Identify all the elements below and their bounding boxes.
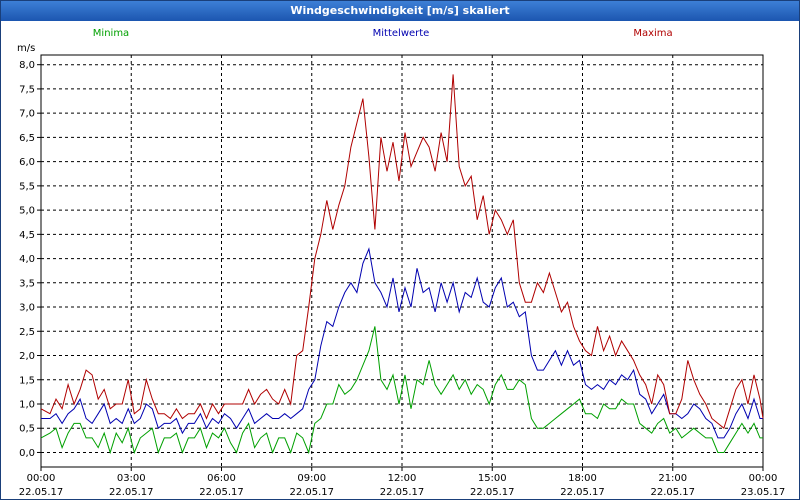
y-axis-tick-labels: 0,0 0,5 1,0 1,5 2,0 2,5 3,0 3,5 4,0 4,5 5,0 5,5 6,0 6… — [19, 60, 41, 459]
y-tick-label: 2,5 — [19, 327, 35, 338]
y-axis-label: m/s — [17, 43, 35, 54]
y-tick-label: 6,0 — [19, 157, 35, 168]
y-tick-label: 1,5 — [19, 375, 35, 386]
y-tick-label: 2,0 — [19, 351, 35, 362]
y-tick-label: 0,0 — [19, 448, 35, 459]
x-tick-date: 22.05.17 — [289, 487, 334, 498]
y-tick-label: 5,0 — [19, 206, 35, 217]
x-tick-date: 22.05.17 — [470, 487, 515, 498]
wind-speed-chart: 0,0 0,5 1,0 1,5 2,0 2,5 3,0 3,5 4,0 4,5 5,0 5,5 6,0 6… — [17, 28, 786, 498]
legend-mittelwerte: Mittelwerte — [373, 28, 430, 39]
y-tick-label: 7,0 — [19, 109, 35, 120]
x-axis-tick-labels: 00:00 22.05.17 03:00 22.05.17 06:00 22.05.17 0… — [19, 467, 786, 498]
y-tick-label: 7,5 — [19, 84, 35, 95]
y-tick-label: 3,5 — [19, 278, 35, 289]
x-tick-time: 15:00 — [478, 473, 507, 484]
y-tick-label: 6,5 — [19, 133, 35, 144]
chart-window: Windgeschwindigkeit [m/s] skaliert 0,0 0,… — [0, 0, 800, 500]
y-tick-label: 0,5 — [19, 424, 35, 435]
legend-minima: Minima — [93, 28, 129, 39]
x-tick-time: 18:00 — [568, 473, 597, 484]
y-tick-label: 8,0 — [19, 60, 35, 71]
legend: Minima Mittelwerte Maxima — [93, 28, 673, 39]
x-tick-time: 03:00 — [117, 473, 146, 484]
series-lines — [40, 74, 764, 455]
chart-title: Windgeschwindigkeit [m/s] skaliert — [1, 1, 799, 21]
y-tick-label: 5,5 — [19, 181, 35, 192]
x-tick-date: 22.05.17 — [380, 487, 425, 498]
y-tick-label: 3,0 — [19, 303, 35, 314]
y-tick-label: 4,0 — [19, 254, 35, 265]
x-tick-time: 12:00 — [388, 473, 417, 484]
x-tick-time: 06:00 — [207, 473, 236, 484]
x-tick-date: 22.05.17 — [650, 487, 695, 498]
x-tick-date: 22.05.17 — [19, 487, 64, 498]
x-tick-time: 00:00 — [27, 473, 56, 484]
grid-lines — [40, 55, 764, 467]
x-tick-date: 23.05.17 — [741, 487, 786, 498]
y-tick-label: 1,0 — [19, 399, 35, 410]
x-tick-date: 22.05.17 — [109, 487, 154, 498]
x-tick-time: 09:00 — [297, 473, 326, 484]
x-tick-date: 22.05.17 — [199, 487, 244, 498]
legend-maxima: Maxima — [633, 28, 672, 39]
y-tick-label: 4,5 — [19, 230, 35, 241]
x-tick-time: 21:00 — [658, 473, 687, 484]
x-tick-time: 00:00 — [749, 473, 778, 484]
x-tick-date: 22.05.17 — [560, 487, 605, 498]
